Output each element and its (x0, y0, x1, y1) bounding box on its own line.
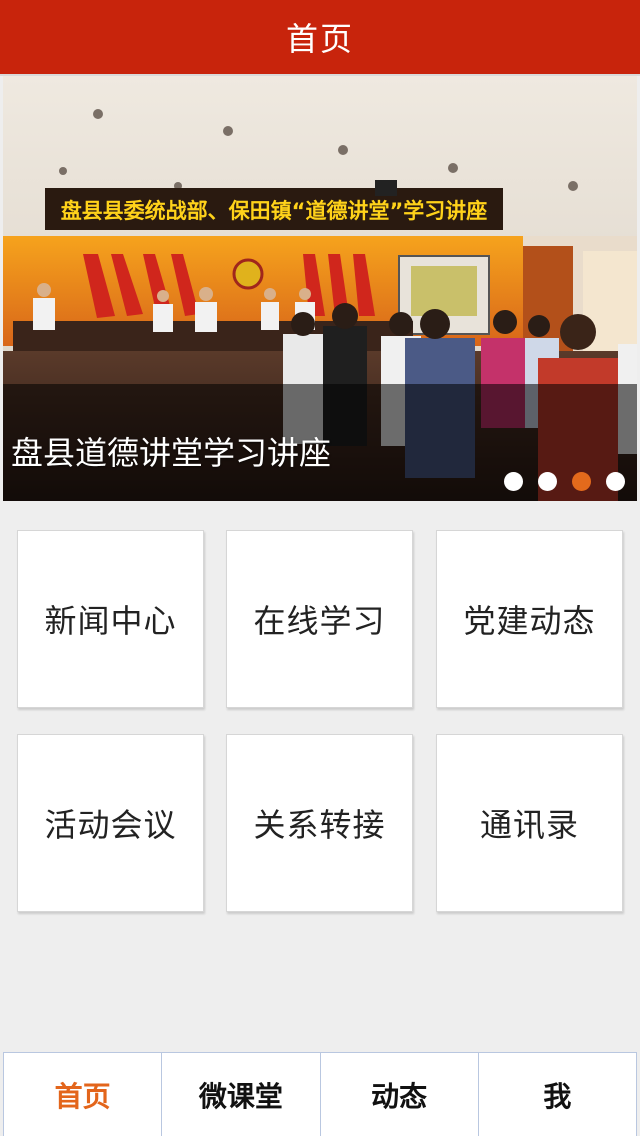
carousel-indicator (504, 472, 625, 491)
tab-label: 微课堂 (198, 1079, 283, 1113)
tile-relation-transfer[interactable]: 关系转接 (226, 734, 413, 912)
tab-label: 我 (543, 1079, 572, 1113)
tile-label: 活动会议 (44, 806, 177, 844)
tab-label: 首页 (54, 1079, 111, 1113)
tile-activities-meetings[interactable]: 活动会议 (17, 734, 204, 912)
tile-label: 新闻中心 (44, 602, 177, 640)
tile-label: 关系转接 (253, 806, 386, 844)
app-header: 首页 (0, 0, 640, 76)
tile-party-building-news[interactable]: 党建动态 (436, 530, 623, 708)
tile-contacts[interactable]: 通讯录 (436, 734, 623, 912)
tile-label: 通讯录 (479, 806, 579, 844)
banner-caption: 盘县道德讲堂学习讲座 (11, 434, 332, 472)
tile-label: 在线学习 (253, 602, 386, 640)
tab-micro-class[interactable]: 微课堂 (162, 1053, 321, 1136)
banner-carousel[interactable]: 盘县县委统战部、保田镇“道德讲堂”学习讲座 盘县道德讲堂学习讲座 (3, 76, 637, 501)
carousel-dot[interactable] (504, 472, 523, 491)
bottom-tab-bar: 首页 微课堂 动态 我 (3, 1052, 637, 1136)
banner-photo-sign: 盘县县委统战部、保田镇“道德讲堂”学习讲座 (61, 199, 488, 223)
tile-online-learning[interactable]: 在线学习 (226, 530, 413, 708)
page-title: 首页 (285, 20, 354, 58)
tab-updates[interactable]: 动态 (321, 1053, 479, 1136)
carousel-dot[interactable] (606, 472, 625, 491)
carousel-dot-active[interactable] (572, 472, 591, 491)
carousel-dot[interactable] (538, 472, 557, 491)
tab-me[interactable]: 我 (479, 1053, 637, 1136)
tile-label: 党建动态 (463, 602, 596, 640)
tile-news-center[interactable]: 新闻中心 (17, 530, 204, 708)
tab-home[interactable]: 首页 (3, 1053, 163, 1136)
tab-label: 动态 (371, 1079, 428, 1113)
